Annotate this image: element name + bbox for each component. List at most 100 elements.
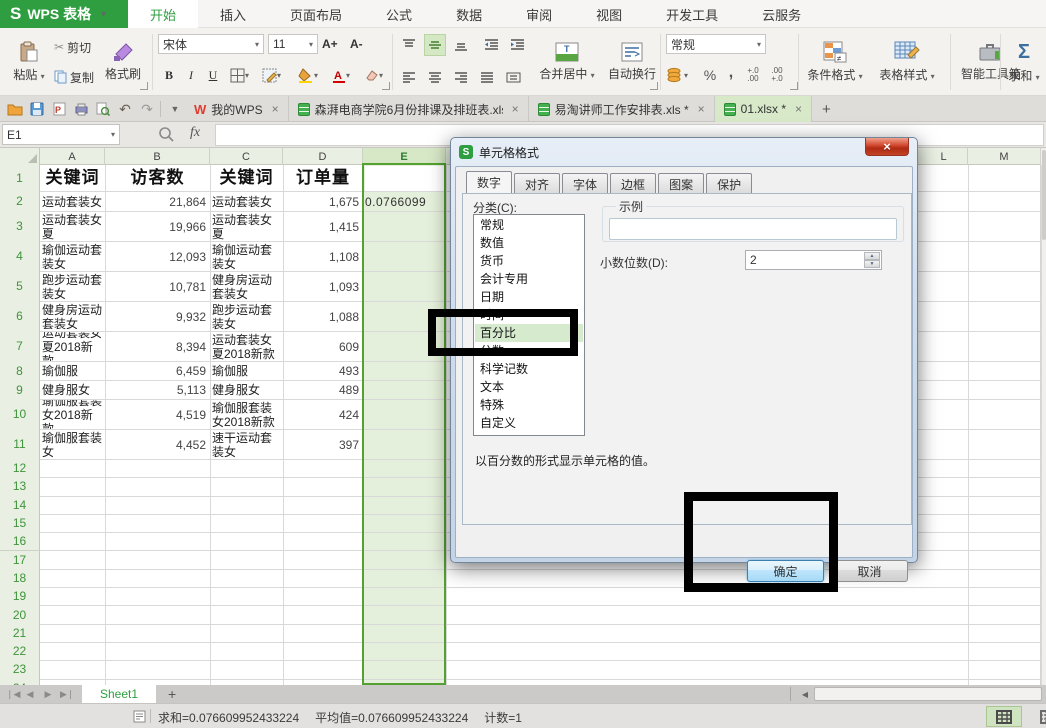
distribute-icon[interactable] [502,66,524,88]
menu-tab-插入[interactable]: 插入 [198,0,268,28]
col-header-L[interactable]: L [920,148,968,165]
cut-button[interactable]: ✂剪切 [54,36,91,58]
print-icon[interactable] [72,100,90,118]
category-item-货币[interactable]: 货币 [475,252,583,270]
cell-A10[interactable]: 瑜伽服套装女2018新款 [40,400,105,429]
cell-A9[interactable]: 健身服女 [40,381,105,399]
category-item-常规[interactable]: 常规 [475,216,583,234]
menu-tab-页面布局[interactable]: 页面布局 [268,0,364,28]
cell-C7[interactable]: 运动套装女夏2018新款 [210,332,283,361]
cell-D3[interactable]: 1,415 [283,212,363,241]
align-top-icon[interactable] [398,34,420,56]
wps-logo[interactable]: S WPS 表格 ▼ [0,0,128,28]
font-size-select[interactable]: 11▾ [268,34,318,54]
row-header-11[interactable]: 11 [0,429,40,460]
align-left-icon[interactable] [398,66,420,88]
cell-B7[interactable]: 8,394 [105,332,210,361]
normal-view-icon[interactable] [986,706,1022,727]
menu-tab-云服务[interactable]: 云服务 [740,0,823,28]
dialog-tab-对齐[interactable]: 对齐 [514,173,560,193]
last-sheet-icon[interactable]: ▶❘ [60,689,72,700]
row-header-9[interactable]: 9 [0,380,40,400]
increase-indent-icon[interactable] [506,34,528,56]
number-group-launcher-icon[interactable] [790,82,798,90]
menu-tab-视图[interactable]: 视图 [574,0,644,28]
insert-function-button[interactable]: fx [190,125,200,141]
cell-C1[interactable]: 关键词 [210,165,283,191]
number-format-select[interactable]: 常规▾ [666,34,766,54]
cell-D6[interactable]: 1,088 [283,302,363,331]
row-header-23[interactable]: 23 [0,660,40,679]
cell-C4[interactable]: 瑜伽运动套装女 [210,242,283,271]
new-document-tab-icon[interactable]: + [812,96,841,122]
page-break-view-icon[interactable] [1030,706,1046,727]
fill-color-button[interactable]: ▾ [298,64,318,86]
cell-D8[interactable]: 493 [283,362,363,380]
row-header-24[interactable]: 24 [0,679,40,685]
cell-B1[interactable]: 访客数 [105,165,210,191]
cell-B4[interactable]: 12,093 [105,242,210,271]
row-header-16[interactable]: 16 [0,532,40,551]
close-icon[interactable]: × [698,102,705,116]
cell-C2[interactable]: 运动套装女 [210,192,283,211]
category-item-科学记数[interactable]: 科学记数 [475,360,583,378]
cell-D9[interactable]: 489 [283,381,363,399]
spin-down-icon[interactable]: ▼ [864,260,880,268]
cell-D10[interactable]: 424 [283,400,363,429]
cell-C9[interactable]: 健身服女 [210,381,283,399]
cell-B5[interactable]: 10,781 [105,272,210,301]
add-sheet-icon[interactable]: + [168,686,176,702]
borders-button[interactable]: ▾ [230,64,249,86]
col-header-B[interactable]: B [105,148,210,165]
spin-up-icon[interactable]: ▲ [864,252,880,260]
col-header-E[interactable]: E [363,148,446,165]
export-pdf-icon[interactable]: P [50,100,68,118]
menu-tab-审阅[interactable]: 审阅 [504,0,574,28]
row-header-18[interactable]: 18 [0,569,40,588]
sum-button[interactable]: Σ 求和 ▾ [1004,32,1044,92]
prev-sheet-icon[interactable]: ◀ [24,689,36,700]
clear-format-button[interactable]: ▾ [364,64,383,86]
merge-center-button[interactable]: T 合并居中 ▾ [534,32,600,92]
cell-D2[interactable]: 1,675 [283,192,363,211]
first-sheet-icon[interactable]: ❘◀ [6,689,18,700]
cell-B3[interactable]: 19,966 [105,212,210,241]
row-header-5[interactable]: 5 [0,271,40,302]
cell-C3[interactable]: 运动套装女夏 [210,212,283,241]
cell-C10[interactable]: 瑜伽服套装女2018新款 [210,400,283,429]
category-item-会计专用[interactable]: 会计专用 [475,270,583,288]
decrease-decimal-button[interactable]: .00+.0 [766,64,788,86]
toolbar-options-icon[interactable]: ▼ [166,100,184,118]
paste-button[interactable]: 粘贴 ▾ [8,32,50,92]
col-header-A[interactable]: A [40,148,105,165]
col-header-M[interactable]: M [968,148,1041,165]
cell-A1[interactable]: 关键词 [40,165,105,191]
close-icon[interactable]: × [795,102,802,116]
cell-A2[interactable]: 运动套装女 [40,192,105,211]
row-header-20[interactable]: 20 [0,605,40,624]
save-icon[interactable] [28,100,46,118]
row-header-15[interactable]: 15 [0,514,40,533]
menu-tab-开发工具[interactable]: 开发工具 [644,0,740,28]
row-header-13[interactable]: 13 [0,477,40,496]
dialog-close-icon[interactable]: × [865,138,909,156]
category-item-日期[interactable]: 日期 [475,288,583,306]
row-header-1[interactable]: 1 [0,164,40,192]
horizontal-scrollbar[interactable] [814,687,1042,701]
doc-tab[interactable]: 易淘讲师工作安排表.xls *× [529,96,715,122]
cancel-button[interactable]: 取消 [831,560,908,582]
next-sheet-icon[interactable]: ▶ [42,689,54,700]
cell-A3[interactable]: 运动套装女夏 [40,212,105,241]
redo-icon[interactable]: ↷ [138,100,156,118]
cell-D5[interactable]: 1,093 [283,272,363,301]
conditional-format-button[interactable]: ≠ 条件格式 ▾ [804,32,866,92]
cell-C8[interactable]: 瑜伽服 [210,362,283,380]
font-color-button[interactable]: A▾ [332,64,350,86]
cell-A5[interactable]: 跑步运动套装女 [40,272,105,301]
cell-A7[interactable]: 运动套装女夏2018新款 [40,332,105,361]
sheet-tab-sheet1[interactable]: Sheet1 [82,685,156,703]
row-header-2[interactable]: 2 [0,191,40,212]
cell-B2[interactable]: 21,864 [105,192,210,211]
cell-C11[interactable]: 速干运动套装女 [210,430,283,459]
table-style-button[interactable]: 表格样式 ▾ [872,32,942,92]
